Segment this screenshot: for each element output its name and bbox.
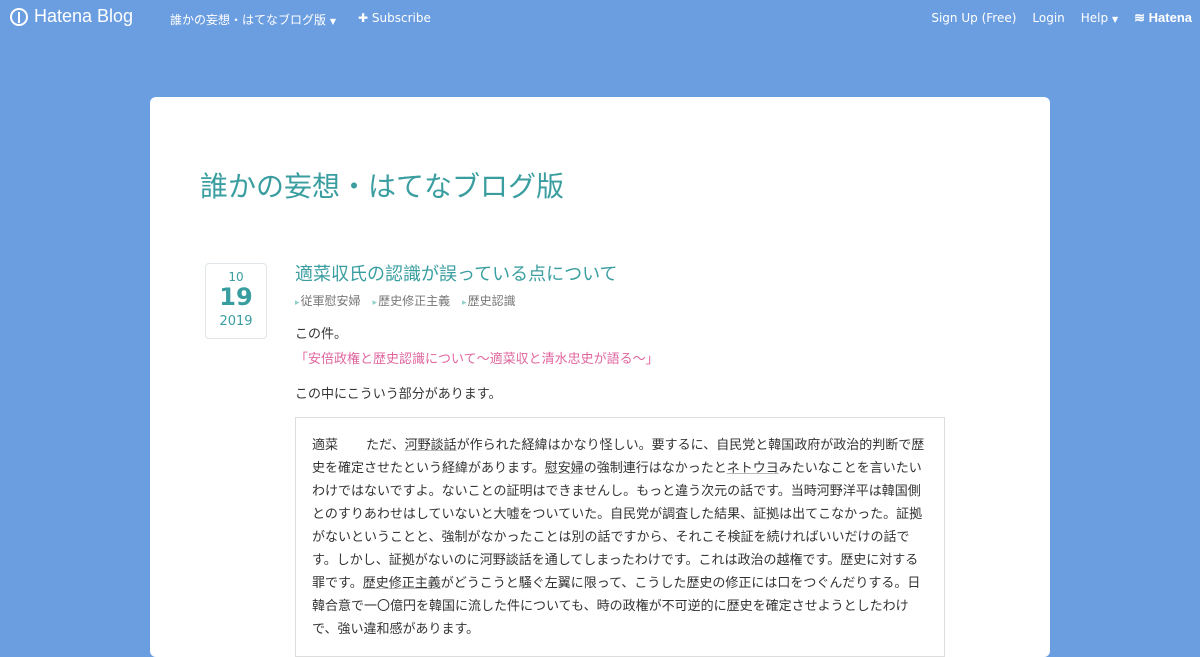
intro-text: この件。 (295, 327, 348, 342)
help-label: Help (1080, 11, 1109, 25)
global-header: Hatena Blog 誰かの妄想・はてなブログ版 ▼ ✚ Subscribe … (0, 0, 1200, 36)
header-nav-right: Sign Up (Free) Login Help ▼ ≋ Hatena (931, 10, 1192, 26)
plus-icon: ✚ (358, 11, 369, 25)
subscribe-button[interactable]: ✚ Subscribe (358, 11, 431, 25)
caret-down-icon: ▼ (329, 17, 336, 26)
brand-text: Hatena Blog (34, 6, 134, 26)
keyword-link[interactable]: 慰安婦 (545, 461, 584, 476)
blockquote: 適菜 ただ、河野談話が作られた経緯はかなり怪しい。要するに、自民党と韓国政府が政治… (295, 417, 945, 657)
hatena-blog-icon (10, 7, 28, 26)
blog-menu-label: 誰かの妄想・はてなブログ版 (170, 13, 327, 27)
category-link[interactable]: 歴史認識 (462, 292, 516, 309)
article-link[interactable]: 「安倍政権と歴史認識について～適菜収と清水忠史が語る～」 (295, 348, 945, 367)
hatena-logo-text: Hatena (1148, 10, 1192, 25)
entry-title[interactable]: 適菜収氏の認識が誤っている点について (295, 260, 945, 286)
quote-text: の強制連行はなかったと (583, 461, 727, 476)
quote-text: ただ、 (366, 438, 405, 453)
help-dropdown[interactable]: Help ▼ (1081, 11, 1118, 25)
hatena-wave-icon: ≋ (1134, 10, 1146, 25)
date-day: 19 (219, 283, 253, 311)
keyword-link[interactable]: ネトウヨ (727, 461, 779, 476)
quote-speaker: 適菜 (312, 438, 339, 453)
entry-categories: 従軍慰安婦 歴史修正主義 歴史認識 (295, 292, 945, 309)
category-link[interactable]: 従軍慰安婦 (295, 292, 361, 309)
blog-menu-dropdown[interactable]: 誰かの妄想・はてなブログ版 ▼ (170, 11, 336, 28)
signup-link[interactable]: Sign Up (Free) (931, 11, 1016, 25)
caret-down-icon: ▼ (1111, 15, 1119, 24)
entry-date[interactable]: 10 19 2019 (205, 263, 267, 339)
login-link[interactable]: Login (1032, 11, 1064, 25)
keyword-link[interactable]: 歴史修正主義 (363, 576, 441, 591)
content-card: 誰かの妄想・はてなブログ版 10 19 2019 適菜収氏の認識が誤っている点に… (150, 97, 1050, 657)
hatena-logo[interactable]: ≋ Hatena (1134, 10, 1192, 26)
hatena-blog-logo[interactable]: Hatena Blog (10, 6, 133, 27)
category-link[interactable]: 歴史修正主義 (373, 292, 450, 309)
quote-text: みたいなことを言いたいわけではないですよ。ないことの証明はできませんし。もっと違… (312, 461, 923, 591)
subscribe-label: Subscribe (371, 11, 431, 25)
keyword-link[interactable]: 河野談話 (405, 438, 457, 453)
paragraph-text: この中にこういう部分があります。 (295, 387, 502, 402)
entry: 適菜収氏の認識が誤っている点について 従軍慰安婦 歴史修正主義 歴史認識 この件… (295, 260, 945, 657)
date-month: 10 (228, 270, 244, 284)
date-year: 2019 (219, 314, 253, 329)
blog-title[interactable]: 誰かの妄想・はてなブログ版 (200, 165, 564, 205)
